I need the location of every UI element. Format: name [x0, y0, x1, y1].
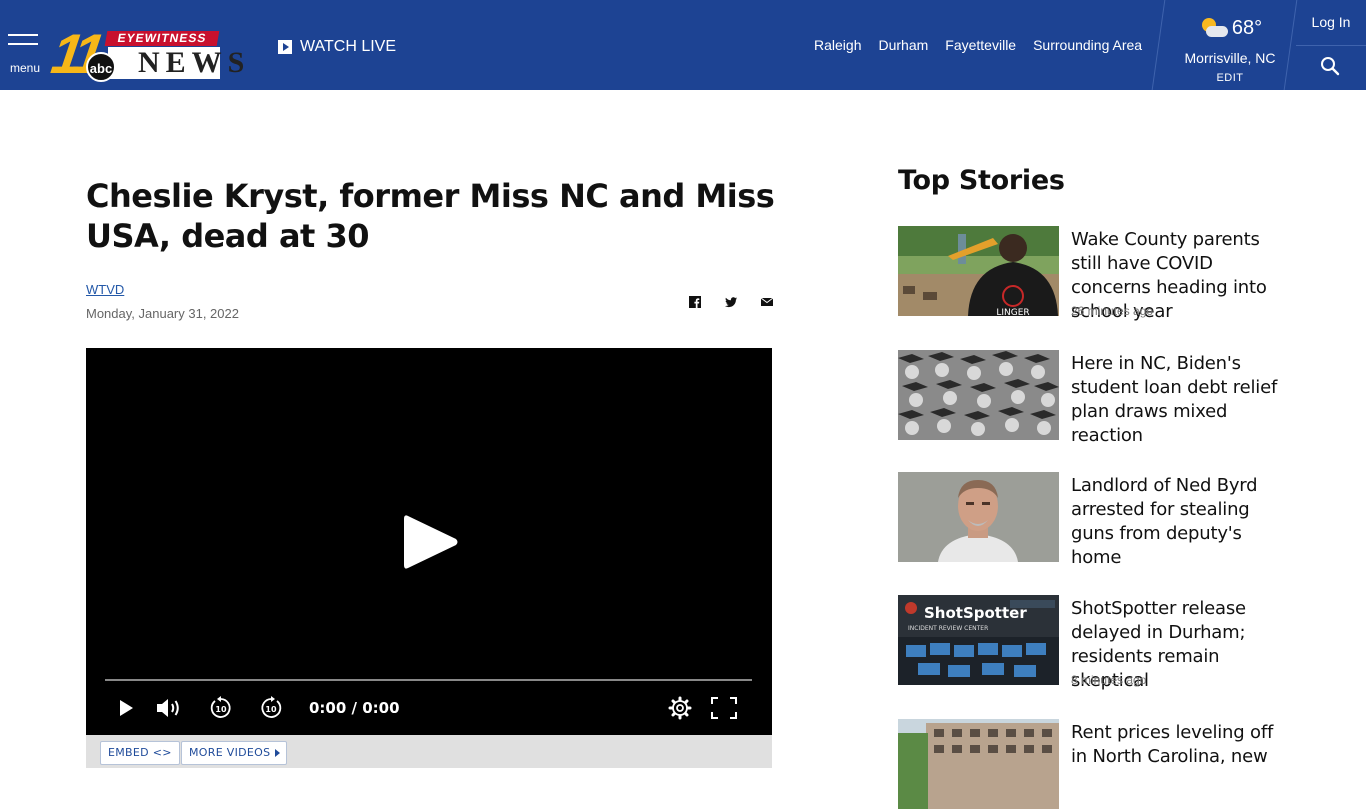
hamburger-icon-bar [8, 43, 38, 45]
article-date: Monday, January 31, 2022 [86, 306, 239, 321]
email-icon[interactable] [759, 294, 775, 310]
abc-logo-icon: abc [86, 52, 116, 82]
menu-label: menu [10, 61, 41, 75]
story-thumbnail [898, 719, 1059, 809]
top-story-item[interactable]: Rent prices leveling off in North Caroli… [898, 719, 1298, 811]
video-progress-bar[interactable] [105, 679, 752, 681]
top-story-item[interactable]: Here in NC, Biden's student loan debt re… [898, 350, 1298, 446]
shirt-text: LINGER [996, 308, 1029, 316]
story-title: Here in NC, Biden's student loan debt re… [1071, 353, 1278, 446]
story-title: Landlord of Ned Byrd arrested for steali… [1071, 475, 1258, 568]
svg-text:10: 10 [265, 705, 277, 714]
settings-gear-icon[interactable] [668, 696, 692, 720]
play-icon [278, 40, 292, 54]
watch-live-link[interactable]: WATCH LIVE [278, 38, 396, 56]
weather-edit-link[interactable]: EDIT [1180, 72, 1280, 84]
partly-sunny-icon [1198, 17, 1228, 39]
watch-live-label: WATCH LIVE [300, 38, 397, 55]
embed-button[interactable]: EMBED <> [100, 741, 180, 765]
site-header: menu 11 EYEWITNESS NEWS abc WATCH LIVE R… [0, 0, 1366, 90]
top-stories-heading: Top Stories [898, 165, 1065, 196]
fullscreen-icon[interactable] [711, 697, 737, 719]
top-story-item[interactable]: ShotSpotter INCIDENT REVIEW CENTER ShotS… [898, 595, 1298, 691]
weather-temperature: 68° [1231, 16, 1263, 39]
logo-news: NEWS [138, 46, 251, 79]
video-time: 0:00 / 0:00 [309, 699, 400, 717]
nav-link-surrounding-area[interactable]: Surrounding Area [1033, 37, 1142, 53]
caret-right-icon [275, 749, 281, 757]
play-icon[interactable] [402, 511, 460, 573]
top-story-item[interactable]: Landlord of Ned Byrd arrested for steali… [898, 472, 1298, 568]
login-link[interactable]: Log In [1300, 14, 1362, 30]
story-timestamp: 26 minutes ago [1071, 304, 1154, 318]
svg-text:10: 10 [215, 705, 227, 714]
twitter-icon[interactable] [723, 294, 739, 310]
video-player[interactable]: 10 10 0:00 / 0:00 [86, 348, 772, 735]
top-story-item[interactable]: LINGER Wake County parents still have CO… [898, 226, 1298, 322]
search-icon[interactable] [1320, 56, 1340, 76]
menu-button[interactable]: menu [8, 34, 40, 76]
more-videos-label: MORE VIDEOS [189, 746, 271, 759]
nav-link-durham[interactable]: Durham [878, 37, 928, 53]
video-actions-bar: EMBED <> MORE VIDEOS [86, 735, 772, 768]
nav-link-fayetteville[interactable]: Fayetteville [945, 37, 1016, 53]
main-nav: Raleigh Durham Fayetteville Surrounding … [814, 37, 1159, 53]
hamburger-icon-bar [8, 34, 38, 36]
facebook-icon[interactable] [687, 294, 703, 310]
station-logo[interactable]: 11 EYEWITNESS NEWS abc [48, 22, 245, 85]
weather-location: Morrisville, NC [1184, 50, 1276, 66]
rewind-10-icon[interactable]: 10 [209, 696, 233, 720]
nav-link-raleigh[interactable]: Raleigh [814, 37, 861, 53]
story-thumbnail [898, 350, 1059, 440]
story-title: Rent prices leveling off in North Caroli… [1071, 722, 1274, 767]
article-byline[interactable]: WTVD [86, 282, 124, 297]
more-videos-button[interactable]: MORE VIDEOS [181, 741, 288, 765]
logo-eyewitness: EYEWITNESS [104, 31, 220, 46]
volume-icon[interactable] [155, 697, 183, 719]
story-thumbnail: LINGER [898, 226, 1059, 316]
header-divider [1296, 45, 1366, 46]
article-headline: Cheslie Kryst, former Miss NC and Miss U… [86, 177, 775, 255]
shotspotter-subtext: INCIDENT REVIEW CENTER [908, 625, 988, 632]
forward-10-icon[interactable]: 10 [259, 696, 283, 720]
play-icon[interactable] [117, 698, 135, 718]
story-thumbnail [898, 472, 1059, 562]
story-timestamp: 8 minutes ago [1071, 673, 1147, 687]
story-thumbnail: ShotSpotter INCIDENT REVIEW CENTER [898, 595, 1059, 685]
weather-widget[interactable]: 68° Morrisville, NC EDIT [1180, 14, 1280, 85]
